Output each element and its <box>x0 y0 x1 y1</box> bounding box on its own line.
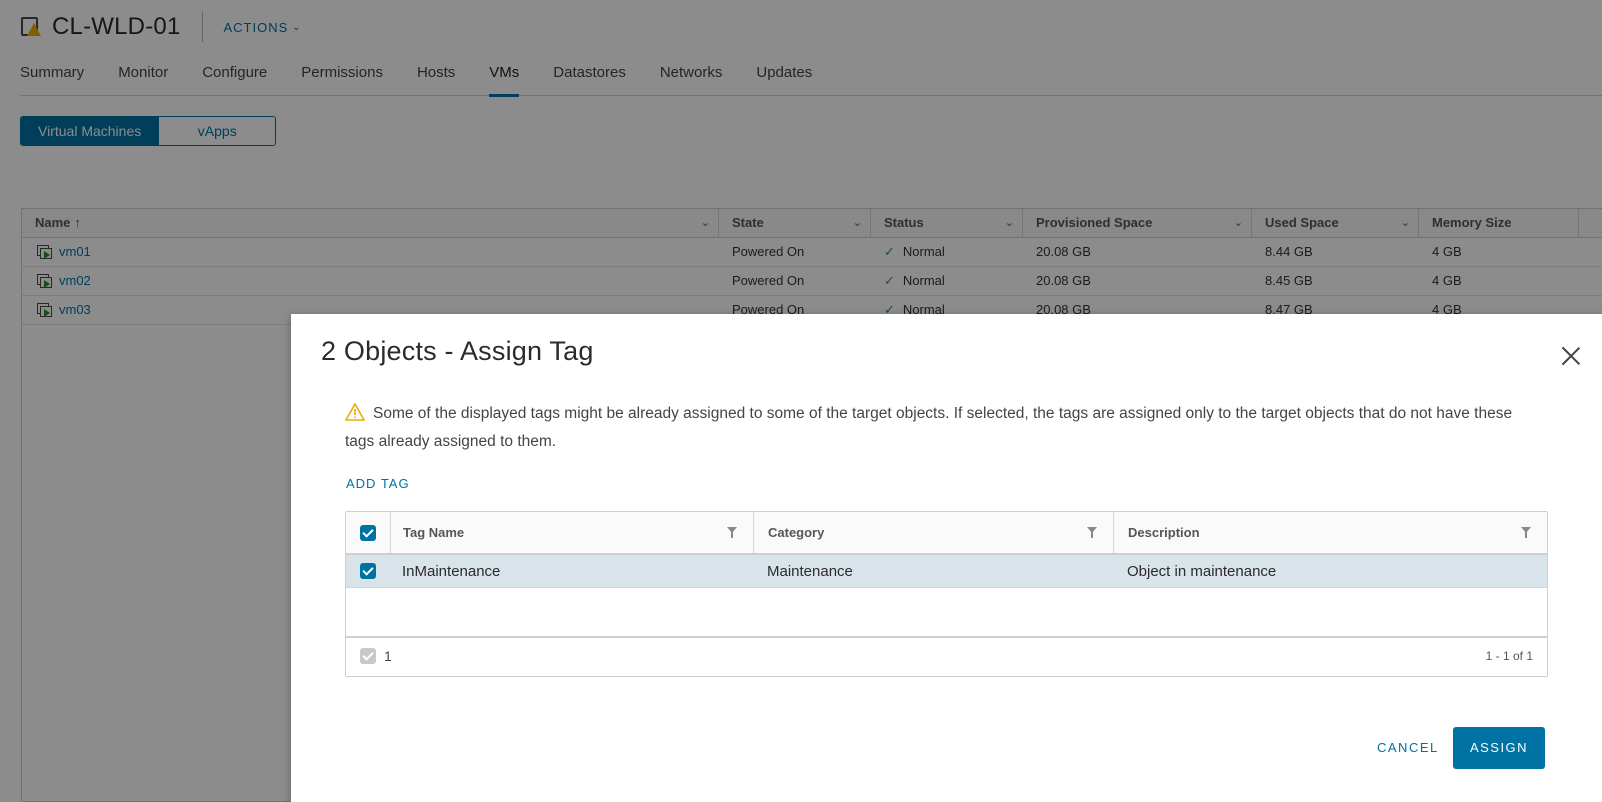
assign-button[interactable]: ASSIGN <box>1453 727 1545 769</box>
checkbox-checked-icon <box>360 524 376 541</box>
table-empty-space <box>346 588 1547 638</box>
description-cell: Object in maintenance <box>1127 562 1277 580</box>
checkbox-checked-icon <box>360 563 376 579</box>
filter-icon[interactable] <box>727 527 737 538</box>
filter-icon[interactable] <box>1087 527 1097 538</box>
assign-tag-dialog: 2 Objects - Assign Tag Some of the displ… <box>291 314 1602 802</box>
tag-table: Tag Name Category Description InMaintena… <box>345 511 1548 677</box>
tag-table-footer: 1 1 - 1 of 1 <box>346 638 1547 674</box>
pagination-info: 1 - 1 of 1 <box>1485 649 1533 663</box>
category-cell: Maintenance <box>767 562 853 580</box>
column-header-description[interactable]: Description <box>1113 512 1547 553</box>
checkbox-checked-icon <box>360 648 376 664</box>
add-tag-button[interactable]: ADD TAG <box>346 476 410 491</box>
column-header-category[interactable]: Category <box>753 512 1113 553</box>
column-header-tag-name[interactable]: Tag Name <box>390 512 753 553</box>
filter-icon[interactable] <box>1521 527 1531 538</box>
warning-text: Some of the displayed tags might be alre… <box>345 405 1513 450</box>
cancel-button[interactable]: CANCEL <box>1365 727 1451 769</box>
tag-table-header: Tag Name Category Description <box>346 512 1547 555</box>
selected-count: 1 <box>360 648 392 664</box>
warning-icon <box>345 403 365 421</box>
dialog-title: 2 Objects - Assign Tag <box>321 336 594 366</box>
close-icon[interactable] <box>1561 346 1581 366</box>
table-row[interactable]: InMaintenance Maintenance Object in main… <box>346 555 1547 588</box>
select-all-checkbox[interactable] <box>346 512 390 553</box>
warning-message: Some of the displayed tags might be alre… <box>345 400 1545 456</box>
row-checkbox[interactable] <box>346 555 390 587</box>
tag-name-cell: InMaintenance <box>402 562 501 580</box>
